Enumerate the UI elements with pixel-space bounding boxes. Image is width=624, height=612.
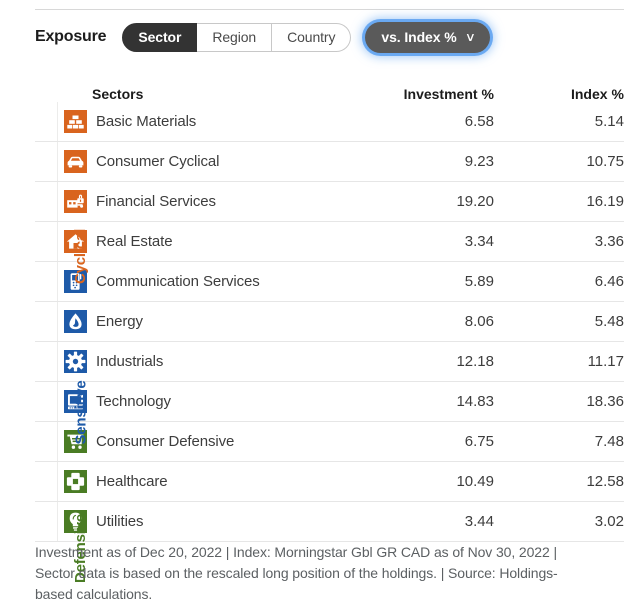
exposure-controls: Exposure Sector Region Country vs. Index… <box>35 17 491 57</box>
industrials-icon <box>64 350 87 373</box>
footnote: Investment as of Dec 20, 2022 | Index: M… <box>35 544 558 602</box>
index-value: 5.14 <box>594 113 624 130</box>
sector-cell: Consumer Cyclical <box>57 142 364 181</box>
investment-value: 9.23 <box>464 153 494 170</box>
sector-cell: Utilities <box>57 502 364 541</box>
sector-cell: Consumer Defensive <box>57 422 364 461</box>
healthcare-icon <box>64 470 87 493</box>
sector-name: Consumer Defensive <box>96 433 235 450</box>
group-rail-cell <box>35 422 57 461</box>
column-header-investment-label: Investment <box>403 86 478 102</box>
sector-name: Consumer Cyclical <box>96 153 220 170</box>
group-rail-cell <box>35 102 57 141</box>
investment-value: 3.34 <box>464 233 494 250</box>
investment-value: 3.44 <box>464 513 494 530</box>
index-value: 12.58 <box>586 473 624 490</box>
table-row[interactable]: Financial Services 19.20 16.19 <box>35 182 624 222</box>
sector-name: Real Estate <box>96 233 173 250</box>
column-header-sectors: Sectors <box>92 86 144 102</box>
technology-icon <box>64 390 87 413</box>
investment-value: 12.18 <box>456 353 494 370</box>
vs-index-dropdown[interactable]: vs. Index % ∨ <box>365 21 491 53</box>
sector-name: Utilities <box>96 513 144 530</box>
group-rail-cell <box>35 382 57 421</box>
index-value: 16.19 <box>586 193 624 210</box>
group-rail-cell <box>35 262 57 301</box>
group-rail-cell <box>35 502 57 541</box>
column-header-index-label: Index <box>570 86 608 102</box>
investment-value: 6.58 <box>464 113 494 130</box>
sector-cell: Industrials <box>57 342 364 381</box>
sector-name: Basic Materials <box>96 113 197 130</box>
page-title: Exposure <box>35 28 107 45</box>
column-header-index: Index% <box>494 86 624 102</box>
sector-name: Communication Services <box>96 273 260 290</box>
group-rail-cell <box>35 302 57 341</box>
sector-name: Healthcare <box>96 473 168 490</box>
index-value: 7.48 <box>594 433 624 450</box>
index-value: 3.36 <box>594 233 624 250</box>
sector-cell: Energy <box>57 302 364 341</box>
index-value: 10.75 <box>586 153 624 170</box>
exposure-panel: Exposure Sector Region Country vs. Index… <box>0 0 624 612</box>
tab-country[interactable]: Country <box>272 22 352 52</box>
utilities-icon <box>64 510 87 533</box>
sector-name: Industrials <box>96 353 164 370</box>
table-row[interactable]: Communication Services 5.89 6.46 <box>35 262 624 302</box>
sector-name: Financial Services <box>96 193 216 210</box>
energy-icon <box>64 310 87 333</box>
column-header-investment: Investment% <box>364 86 494 102</box>
table-row[interactable]: Basic Materials 6.58 5.14 <box>35 102 624 142</box>
tab-sector[interactable]: Sector <box>122 22 198 52</box>
sector-cell: Real Estate <box>57 222 364 261</box>
group-rail-cell <box>35 222 57 261</box>
investment-value: 14.83 <box>456 393 494 410</box>
financial-services-icon <box>64 190 87 213</box>
sector-cell: Basic Materials <box>57 102 364 141</box>
header-divider <box>35 9 624 10</box>
group-rail-cell <box>35 182 57 221</box>
table-body: Basic Materials 6.58 5.14 Consumer Cyclical… <box>35 102 624 542</box>
basic-materials-icon <box>64 110 87 133</box>
real-estate-icon <box>64 230 87 253</box>
communication-services-icon <box>64 270 87 293</box>
sector-cell: Communication Services <box>57 262 364 301</box>
vs-index-dropdown-label: vs. Index % <box>381 29 457 45</box>
sector-cell: Healthcare <box>57 462 364 501</box>
column-header-index-unit: % <box>611 86 624 102</box>
table-row[interactable]: Real Estate 3.34 3.36 <box>35 222 624 262</box>
table-row[interactable]: Utilities 3.44 3.02 <box>35 502 624 542</box>
investment-value: 8.06 <box>464 313 494 330</box>
group-rail-cell <box>35 142 57 181</box>
table-header-row: Sectors Investment% Index% <box>35 76 624 102</box>
exposure-table: Sectors Investment% Index% Basic Materia… <box>35 76 624 583</box>
index-value: 18.36 <box>586 393 624 410</box>
sector-name: Technology <box>96 393 171 410</box>
index-value: 6.46 <box>594 273 624 290</box>
group-rail-cell <box>35 342 57 381</box>
table-row[interactable]: Consumer Defensive 6.75 7.48 <box>35 422 624 462</box>
investment-value: 10.49 <box>456 473 494 490</box>
investment-value: 6.75 <box>464 433 494 450</box>
table-row[interactable]: Technology 14.83 18.36 <box>35 382 624 422</box>
index-value: 3.02 <box>594 513 624 530</box>
table-row[interactable]: Energy 8.06 5.48 <box>35 302 624 342</box>
index-value: 11.17 <box>587 353 624 370</box>
table-row[interactable]: Consumer Cyclical 9.23 10.75 <box>35 142 624 182</box>
column-header-investment-unit: % <box>481 86 494 102</box>
sector-cell: Technology <box>57 382 364 421</box>
consumer-defensive-icon <box>64 430 87 453</box>
investment-value: 19.20 <box>456 193 494 210</box>
index-value: 5.48 <box>594 313 624 330</box>
chevron-down-icon: ∨ <box>464 30 476 44</box>
consumer-cyclical-icon <box>64 150 87 173</box>
tab-region[interactable]: Region <box>197 22 273 52</box>
sector-cell: Financial Services <box>57 182 364 221</box>
exposure-segmented-control[interactable]: Sector Region Country <box>122 22 352 52</box>
group-rail-cell <box>35 462 57 501</box>
investment-value: 5.89 <box>464 273 494 290</box>
table-row[interactable]: Healthcare 10.49 12.58 <box>35 462 624 502</box>
sector-name: Energy <box>96 313 143 330</box>
table-row[interactable]: Industrials 12.18 11.17 <box>35 342 624 382</box>
